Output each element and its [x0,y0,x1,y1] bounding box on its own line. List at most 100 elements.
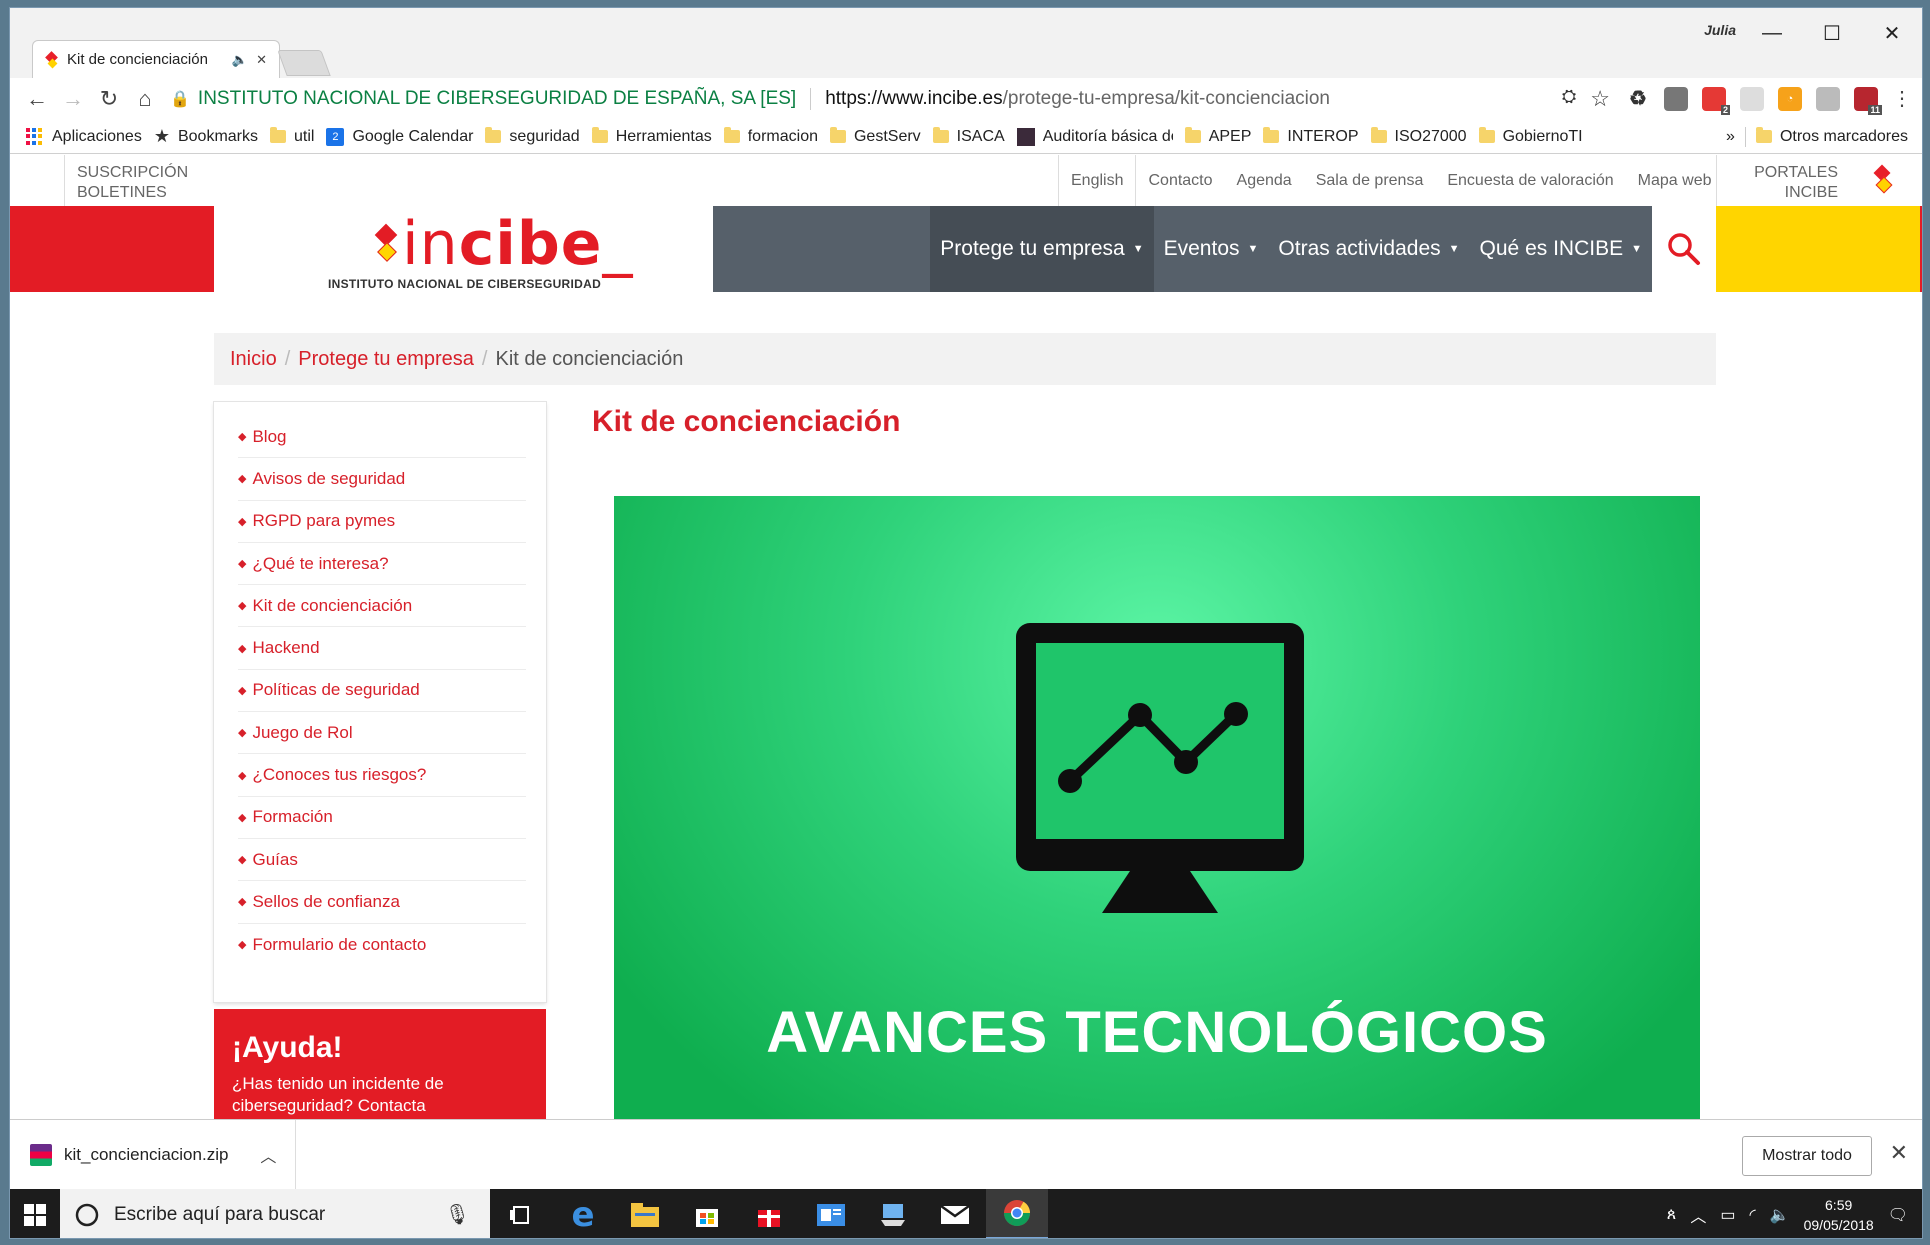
file-explorer-icon[interactable] [614,1189,676,1238]
menu-kebab-icon[interactable]: ⋮ [1892,86,1912,111]
recycle-extension-icon[interactable]: ♻ [1626,86,1650,111]
other-bookmarks[interactable]: Otros marcadores [1755,127,1908,146]
sidebar-item-guias[interactable]: ◆ Guías [238,839,526,882]
bullet-diamond-icon: ◆ [238,473,247,486]
bookmark-auditoria[interactable]: Auditoría básica de S [1016,127,1173,146]
reload-icon[interactable]: ↻ [94,84,124,114]
new-tab-button[interactable] [277,50,331,76]
bookmark-apps[interactable]: Aplicaciones [26,127,142,146]
maximize-icon[interactable]: ☐ [1802,8,1862,58]
nav-protege-tu-empresa[interactable]: Protege tu empresa ▼ [930,206,1154,292]
bookmark-isaca[interactable]: ISACA [932,127,1005,146]
close-window-icon[interactable]: ✕ [1862,8,1922,58]
bookmark-star-icon[interactable]: ☆ [1590,86,1610,112]
people-icon[interactable]: ጰ [1667,1206,1677,1224]
nav-eventos[interactable]: Eventos ▼ [1154,206,1269,292]
action-center-icon[interactable]: 🗨 [1888,1205,1908,1225]
bookmark-formacion[interactable]: formacion [723,127,818,146]
help-box[interactable]: ¡Ayuda! ¿Has tenido un incidente de cibe… [214,1009,546,1120]
puzzle-extension-icon[interactable] [1816,86,1840,111]
browser-tab[interactable]: Kit de concienciación 🔈 ✕ [32,40,280,78]
sidebar-item-blog[interactable]: ◆ Blog [238,416,526,459]
edge-icon[interactable]: e [552,1189,614,1238]
omnibox-actions: ⛭ ☆ [1562,86,1610,112]
bookmark-seguridad[interactable]: seguridad [485,127,580,146]
breadcrumb-section[interactable]: Protege tu empresa [298,348,474,371]
task-view-icon[interactable] [490,1189,552,1238]
red-extension-icon[interactable]: 2 [1702,86,1730,115]
show-all-downloads-button[interactable]: Mostrar todo [1742,1136,1872,1176]
minimize-icon[interactable]: — [1742,8,1802,58]
bookmark-apep[interactable]: APEP [1184,127,1251,146]
microphone-icon[interactable]: 🎙 [445,1202,470,1227]
outlook-icon[interactable] [800,1189,862,1238]
sidebar-item-hackend[interactable]: ◆ Hackend [238,627,526,670]
remote-desktop-icon[interactable] [862,1189,924,1238]
bookmark-interop[interactable]: INTEROP [1263,127,1359,146]
sidebar-item-que-te-interesa[interactable]: ◆ ¿Qué te interesa? [238,543,526,586]
lock-icon[interactable]: 🔒 [170,89,190,109]
sidebar-item-rgpd[interactable]: ◆ RGPD para pymes [238,501,526,543]
site-search-button[interactable] [1652,206,1716,292]
bookmark-label: Bookmarks [177,127,258,145]
header-yellow-block [1716,206,1922,292]
link-mapa-web[interactable]: Mapa web [1626,155,1724,206]
volume-icon[interactable]: 🔈 [1770,1205,1790,1225]
battery-icon[interactable]: ▭ [1720,1205,1735,1225]
link-contacto[interactable]: Contacto [1136,155,1224,206]
sidebar-item-riesgos[interactable]: ◆ ¿Conoces tus riesgos? [238,754,526,797]
link-sala-de-prensa[interactable]: Sala de prensa [1304,155,1436,206]
sidebar-item-politicas[interactable]: ◆ Políticas de seguridad [238,670,526,713]
chevron-up-icon[interactable]: ︿ [260,1143,276,1167]
bookmark-google-calendar[interactable]: 2 Google Calendar [326,127,473,146]
link-encuesta[interactable]: Encuesta de valoración [1435,155,1625,206]
rss-extension-icon[interactable]: ◔ [1778,86,1802,111]
download-item[interactable]: kit_concienciacion.zip ︿ [30,1120,296,1190]
bookmark-bookmarks[interactable]: ★ Bookmarks [154,126,258,147]
link-agenda[interactable]: Agenda [1225,155,1304,206]
chrome-icon[interactable] [986,1189,1048,1238]
bookmark-util[interactable]: util [270,127,314,146]
profile-name[interactable]: Julia [1704,22,1736,38]
tab-close-icon[interactable]: ✕ [256,52,267,68]
ublock-extension-icon[interactable]: 11 [1854,86,1882,115]
bookmark-gobiernoti[interactable]: GobiernoTI [1478,127,1583,146]
pocket-extension-icon[interactable] [1664,86,1688,111]
wifi-icon[interactable]: ◜ [1749,1205,1755,1225]
link-english[interactable]: English [1058,155,1137,206]
forward-arrow-icon[interactable]: → [58,84,88,114]
navigation-bar: ← → ↻ ⌂ 🔒 INSTITUTO NACIONAL DE CIBERSEG… [10,78,1922,120]
cast-extension-icon[interactable] [1740,86,1764,111]
breadcrumb-home[interactable]: Inicio [230,348,277,371]
nav-otras-actividades[interactable]: Otras actividades ▼ [1268,206,1469,292]
home-icon[interactable]: ⌂ [130,84,160,114]
url-host: https://www.incibe.es [825,88,1003,109]
mail-icon[interactable] [924,1189,986,1238]
bookmark-iso27000[interactable]: ISO27000 [1370,127,1467,146]
sidebar-item-formacion[interactable]: ◆ Formación [238,797,526,839]
address-bar[interactable]: 🔒 INSTITUTO NACIONAL DE CIBERSEGURIDAD D… [170,82,1610,116]
incibe-logo[interactable]: incibe_ INSTITUTO NACIONAL DE CIBERSEGUR… [310,209,632,293]
sidebar-item-juego-de-rol[interactable]: ◆ Juego de Rol [238,712,526,755]
newsletter-subscription-link[interactable]: SUSCRIPCIÓN BOLETINES [64,155,194,206]
bookmark-herramientas[interactable]: Herramientas [591,127,712,146]
store-icon[interactable] [676,1189,738,1238]
nav-que-es-incibe[interactable]: Qué es INCIBE ▼ [1470,206,1652,292]
start-button[interactable] [10,1189,60,1238]
translate-icon[interactable]: ⛭ [1562,86,1576,112]
bookmark-gestserv[interactable]: GestServ [829,127,921,146]
back-arrow-icon[interactable]: ← [22,84,52,114]
clock[interactable]: 6:59 09/05/2018 [1804,1195,1874,1235]
close-download-shelf-icon[interactable]: ✕ [1890,1140,1908,1166]
taskbar-search[interactable]: Escribe aquí para buscar 🎙 [60,1189,490,1238]
sidebar-item-contacto[interactable]: ◆ Formulario de contacto [238,924,526,966]
gift-icon[interactable] [738,1189,800,1238]
sidebar-item-kit[interactable]: ◆ Kit de concienciación [238,585,526,628]
sidebar-item-avisos[interactable]: ◆ Avisos de seguridad [238,458,526,501]
incibe-diamond-icon[interactable] [1870,167,1896,195]
tray-overflow-chevron-icon[interactable]: ︿ [1690,1203,1706,1227]
bookmarks-overflow-chevron[interactable]: » [1726,128,1735,146]
sidebar-item-sellos[interactable]: ◆ Sellos de confianza [238,881,526,924]
portales-incibe-link[interactable]: PORTALES INCIBE [1716,155,1852,206]
speaker-icon[interactable]: 🔈 [232,52,248,68]
